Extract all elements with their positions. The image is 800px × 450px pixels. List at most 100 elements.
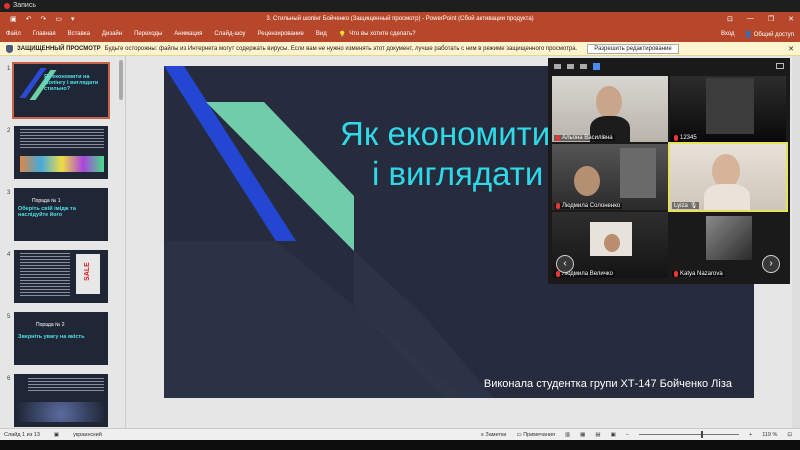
zoom-slider[interactable] xyxy=(638,431,739,438)
participant-video xyxy=(706,78,754,134)
thumbnail-number: 6 xyxy=(7,376,11,382)
participant-video xyxy=(596,86,622,118)
language-label[interactable]: украинский xyxy=(73,432,102,438)
zoom-toolbar xyxy=(548,58,790,74)
reading-view-icon[interactable]: ▤ xyxy=(595,432,600,438)
previous-page-button[interactable]: ‹ xyxy=(556,255,574,273)
zoom-in-icon[interactable]: + xyxy=(749,432,752,438)
recording-bar: Запись xyxy=(0,0,800,12)
participant-label: 12345 xyxy=(672,135,699,141)
tab-insert[interactable]: Вставка xyxy=(68,31,90,37)
ribbon-display-icon[interactable]: ⊡ xyxy=(727,15,733,23)
minimize-button[interactable]: — xyxy=(747,15,754,23)
thumbnail-slide-4[interactable]: 4 SALE xyxy=(4,250,122,310)
notes-label: Заметки xyxy=(485,431,507,438)
record-icon xyxy=(4,3,10,9)
tab-animations[interactable]: Анимация xyxy=(174,31,202,37)
tab-review[interactable]: Рецензирование xyxy=(258,31,304,37)
slide-title-line2: і виглядати xyxy=(372,155,544,192)
muted-mic-icon xyxy=(556,203,560,209)
minimize-icon[interactable] xyxy=(554,63,561,69)
participant-tile[interactable]: 12345 xyxy=(670,76,786,142)
thumbnail-image: Порада № 2 Зверніть увагу на якість xyxy=(14,312,108,365)
maximize-button[interactable]: ❐ xyxy=(768,15,774,23)
window-controls: ⊡ — ❐ ✕ xyxy=(727,15,794,23)
thumbnail-subtitle: Порада № 2 xyxy=(36,322,65,328)
thumbnail-subtitle: Порада № 1 xyxy=(32,198,61,204)
gallery-view-icon[interactable] xyxy=(593,62,600,70)
spellcheck-icon[interactable]: ▣ xyxy=(54,432,59,438)
close-icon[interactable]: ✕ xyxy=(788,45,794,53)
participant-name: Альона Василівна xyxy=(562,135,613,141)
thumbnail-stars xyxy=(18,402,104,422)
participant-tile[interactable]: Альона Василівна xyxy=(552,76,668,142)
thumbnail-number: 5 xyxy=(7,314,11,320)
thumbnail-number: 1 xyxy=(7,66,11,72)
sale-text: SALE xyxy=(83,262,91,281)
muted-mic-icon xyxy=(674,271,678,277)
thumbnail-text-block xyxy=(20,129,104,149)
thumbnail-slide-5[interactable]: 5 Порада № 2 Зверніть увагу на якість xyxy=(4,312,122,372)
comments-label: Примечания xyxy=(523,431,555,438)
status-bar: Слайд 1 из 13 ▣ украинский ≡ Заметки ▭ П… xyxy=(0,428,800,440)
thumbnail-number: 4 xyxy=(7,252,11,258)
slide-counter: Слайд 1 из 13 xyxy=(4,431,40,438)
tab-home[interactable]: Главная xyxy=(33,31,56,37)
slideshow-view-icon[interactable]: ▣ xyxy=(611,432,616,438)
slide-author: Виконала студентка групи ХТ-147 Бойченко… xyxy=(483,378,732,390)
participant-video xyxy=(574,166,600,196)
tab-view[interactable]: Вид xyxy=(316,31,327,37)
tab-transitions[interactable]: Переходы xyxy=(134,31,162,37)
protected-view-bar: ЗАЩИЩЕННЫЙ ПРОСМОТР Будьте осторожны: фа… xyxy=(0,42,800,56)
canvas-scrollbar[interactable] xyxy=(792,56,800,428)
enable-editing-button[interactable]: Разрешить редактирование xyxy=(587,43,679,54)
sale-tag: SALE xyxy=(76,254,100,294)
thumbnail-image: SALE xyxy=(14,250,108,303)
zoom-out-icon[interactable]: − xyxy=(626,432,629,438)
mic-icon: 🎙 xyxy=(689,203,698,209)
window-title: 3. Стильный шопінг Бойченко (Защищенный … xyxy=(266,16,534,22)
exit-minimized-icon[interactable] xyxy=(776,63,784,69)
share-button[interactable]: 👤 Общий доступ xyxy=(745,31,794,38)
speaker-view-icon[interactable] xyxy=(567,63,574,69)
participant-tile-active-speaker[interactable]: Lyiza 🎙 xyxy=(668,142,788,212)
participant-label: Lyiza 🎙 xyxy=(672,202,700,209)
participant-name: Людмила Величко xyxy=(562,271,613,277)
sign-in-link[interactable]: Вход xyxy=(721,31,735,38)
thumbnail-title: Як економити на шопінгу і виглядати стил… xyxy=(44,74,99,92)
thumbnail-image: Як економити на шопінгу і виглядати стил… xyxy=(12,62,110,119)
slide-title: Як економити і виглядати xyxy=(340,114,550,194)
thumbnail-number: 3 xyxy=(7,190,11,196)
zoom-level[interactable]: 119 % xyxy=(762,432,777,438)
participant-name: 12345 xyxy=(680,135,697,141)
thumbnail-slide-6[interactable]: 6 xyxy=(4,374,122,428)
thumbnail-slide-3[interactable]: 3 Порада № 1 Оберіть свій імідж та наслі… xyxy=(4,188,122,248)
zoom-slider-handle[interactable] xyxy=(700,431,703,438)
normal-view-icon[interactable]: ▥ xyxy=(565,432,570,438)
muted-mic-icon xyxy=(674,135,678,141)
thumbnail-image xyxy=(14,374,108,427)
notes-button[interactable]: ≡ Заметки xyxy=(481,432,507,438)
participant-video xyxy=(712,154,740,188)
tab-file[interactable]: Файл xyxy=(6,31,21,37)
thumbnail-slide-1[interactable]: 1 Як економити на шопінгу і виглядати ст… xyxy=(4,62,122,124)
participant-name: Людмила Солоненко xyxy=(562,203,621,209)
thumbnail-image: Порада № 1 Оберіть свій імідж та насліду… xyxy=(14,188,108,241)
strip-view-icon[interactable] xyxy=(580,63,587,69)
fit-slide-icon[interactable]: ⊡ xyxy=(787,432,792,438)
participant-label: Katya Nazarova xyxy=(672,271,725,277)
participant-avatar xyxy=(706,216,752,260)
thumbnail-scrollbar[interactable] xyxy=(119,60,123,100)
next-page-button[interactable]: › xyxy=(762,255,780,273)
sorter-view-icon[interactable]: ▦ xyxy=(580,432,585,438)
thumbnail-image xyxy=(14,126,108,179)
thumbnail-slide-2[interactable]: 2 xyxy=(4,126,122,186)
tab-slideshow[interactable]: Слайд-шоу xyxy=(214,31,245,37)
comments-button[interactable]: ▭ Примечания xyxy=(516,432,555,438)
notes-icon: ≡ xyxy=(480,431,484,438)
title-bar: ▣ ↶ ↷ ▭ ▾ 3. Стильный шопінг Бойченко (З… xyxy=(0,12,800,26)
close-button[interactable]: ✕ xyxy=(788,15,794,23)
tab-design[interactable]: Дизайн xyxy=(102,31,122,37)
participant-tile[interactable]: Людмила Солоненко xyxy=(552,144,668,210)
tell-me-box[interactable]: 💡 Что вы хотите сделать? xyxy=(339,31,416,38)
